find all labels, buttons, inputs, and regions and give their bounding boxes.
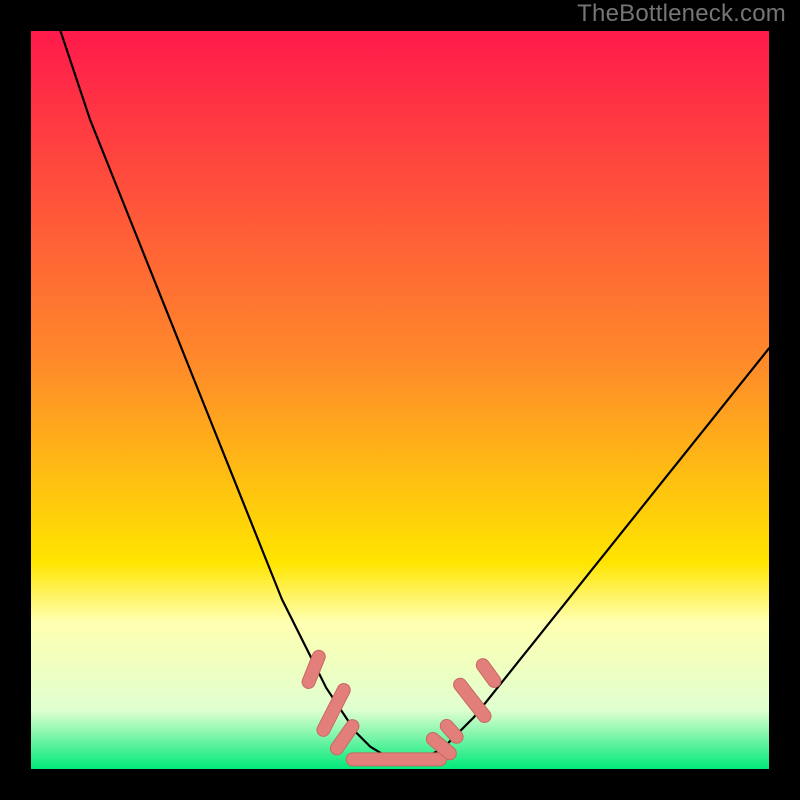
chart-frame: TheBottleneck.com — [0, 0, 800, 800]
marker-capsule — [346, 753, 446, 766]
plot-area — [31, 31, 769, 769]
gradient-background — [31, 31, 769, 769]
plot-svg — [31, 31, 769, 769]
watermark-text: TheBottleneck.com — [577, 0, 786, 28]
